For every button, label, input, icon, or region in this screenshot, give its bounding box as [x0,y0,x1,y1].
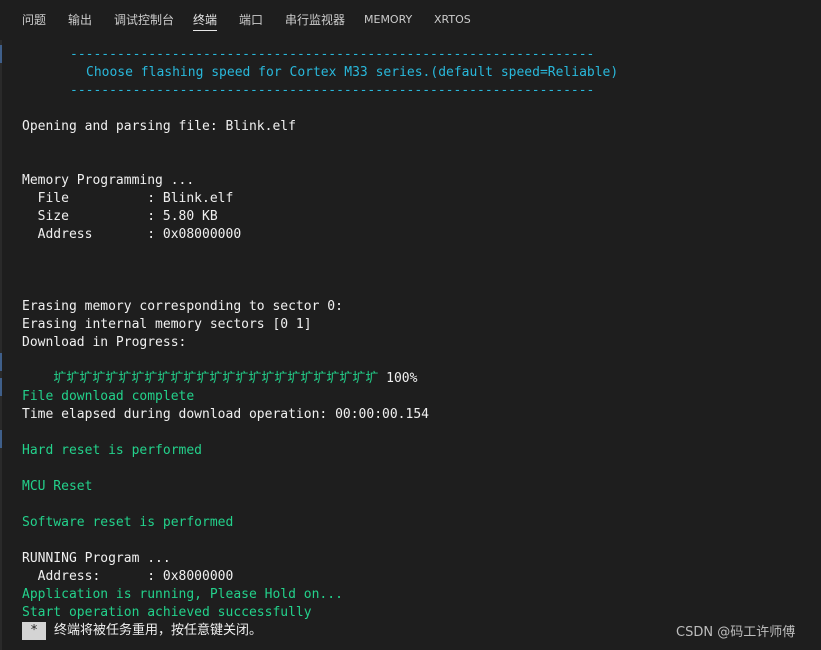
progress-glyphs: 圹圹圹圹圹圹圹圹圹圹圹圹圹圹圹圹圹圹圹圹圹圹圹圹圹 [53,371,379,386]
erasing-internal-line: Erasing internal memory sectors [0 1] [22,317,312,332]
progress-percent: 100% [378,371,418,386]
gutter-marker [0,430,2,448]
file-line: File : Blink.elf [22,191,234,206]
running-program-line: RUNNING Program ... [22,551,171,566]
address-line: Address : 0x08000000 [22,227,242,242]
download-progress-line: Download in Progress: [22,335,187,350]
tab-debug-console[interactable]: 调试控制台 [114,13,174,31]
hard-reset-line: Hard reset is performed [22,443,203,458]
erasing-sector-line: Erasing memory corresponding to sector 0… [22,299,343,314]
opening-file-line: Opening and parsing file: Blink.elf [22,119,296,134]
download-progress-bar: 圹圹圹圹圹圹圹圹圹圹圹圹圹圹圹圹圹圹圹圹圹圹圹圹圹 100% [22,352,417,386]
app-running-line: Application is running, Please Hold on..… [22,587,343,602]
memory-programming-line: Memory Programming ... [22,173,195,188]
gutter-marker [0,45,2,63]
time-elapsed-line: Time elapsed during download operation: … [22,407,429,422]
tab-ports[interactable]: 端口 [239,13,263,31]
tab-memory[interactable]: MEMORY [364,13,412,31]
gutter-marker [0,378,2,396]
run-address-line: Address: : 0x8000000 [22,569,234,584]
tab-serial-monitor[interactable]: 串行监视器 [285,13,345,31]
tab-xrtos[interactable]: XRTOS [434,13,471,31]
gutter-marker [0,353,2,371]
task-reuse-message: 终端将被任务重用，按任意键关闭。 [54,623,263,638]
start-success-line: Start operation achieved successfully [22,605,312,620]
size-line: Size : 5.80 KB [22,209,218,224]
download-complete-line: File download complete [22,389,195,404]
watermark: CSDN @码工许师傅 [676,625,796,640]
terminal-gutter [0,40,2,650]
speed-prompt: Choose flashing speed for Cortex M33 ser… [86,65,619,80]
separator-bottom: ----------------------------------------… [70,83,595,98]
separator-top: ----------------------------------------… [70,47,595,62]
tab-problems[interactable]: 问题 [22,13,46,31]
software-reset-line: Software reset is performed [22,515,234,530]
mcu-reset-line: MCU Reset [22,479,93,494]
tab-output[interactable]: 输出 [68,13,92,31]
reuse-indicator-star: * [22,622,46,640]
panel-tab-bar: 问题 输出 调试控制台 终端 端口 串行监视器 MEMORY XRTOS [0,0,821,40]
tab-terminal[interactable]: 终端 [193,13,218,31]
